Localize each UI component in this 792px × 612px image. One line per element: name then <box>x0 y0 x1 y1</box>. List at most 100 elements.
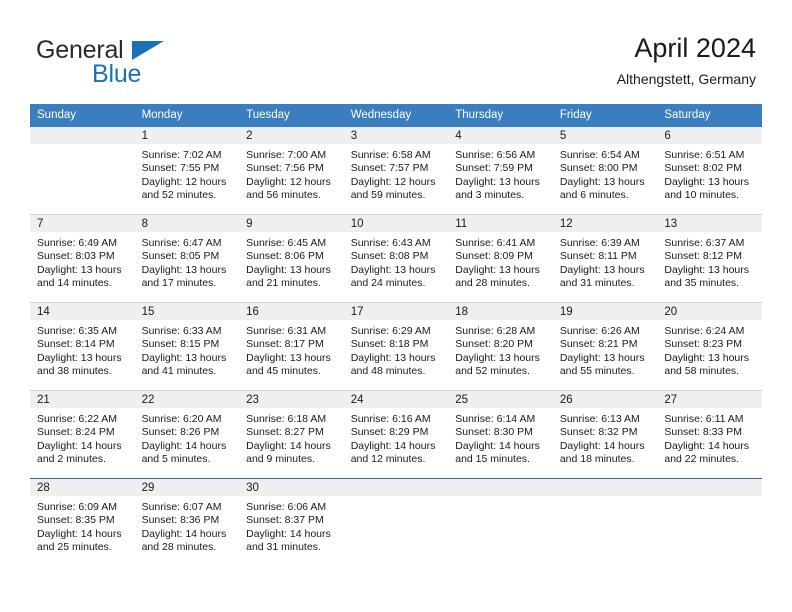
daylight-duration-line2: and 5 minutes. <box>141 453 211 466</box>
day-details: Sunrise: 6:09 AM Sunset: 8:35 PM Daylight:… <box>30 496 135 555</box>
day-number: 24 <box>343 391 449 408</box>
calendar-day-cell[interactable]: 11 Sunrise: 6:41 AM Sunset: 8:09 PM Dayligh… <box>448 214 553 303</box>
calendar-day-cell[interactable]: 19 Sunrise: 6:26 AM Sunset: 8:21 PM Dayligh… <box>552 302 658 391</box>
calendar-day-cell[interactable]: 3 Sunrise: 6:58 AM Sunset: 7:57 PM Daylight… <box>343 127 449 215</box>
calendar-week-row: 14 Sunrise: 6:35 AM Sunset: 8:14 PM Dayligh… <box>30 302 762 391</box>
calendar-day-cell[interactable]: 7 Sunrise: 6:49 AM Sunset: 8:03 PM Daylight… <box>30 214 135 303</box>
calendar-day-cell[interactable]: 21 Sunrise: 6:22 AM Sunset: 8:24 PM Dayligh… <box>30 390 135 479</box>
calendar-day-cell[interactable]: 23 Sunrise: 6:18 AM Sunset: 8:27 PM Dayligh… <box>239 390 344 479</box>
calendar-day-cell[interactable]: 26 Sunrise: 6:13 AM Sunset: 8:32 PM Dayligh… <box>552 390 658 479</box>
daylight-duration-line2: and 48 minutes. <box>350 365 426 378</box>
daylight-duration-line1: Daylight: 13 hours <box>559 175 645 188</box>
weekday-header-friday: Friday <box>552 104 658 127</box>
daylight-duration-line2: and 59 minutes. <box>350 189 426 202</box>
sunset-time: Sunset: 8:06 PM <box>246 250 324 263</box>
sunset-time: Sunset: 8:32 PM <box>559 426 638 439</box>
daylight-duration-line2: and 28 minutes. <box>455 277 530 290</box>
daylight-duration-line1: Daylight: 14 hours <box>141 527 227 540</box>
sunrise-time: Sunrise: 6:54 AM <box>559 149 640 161</box>
calendar-day-cell[interactable]: 30 Sunrise: 6:06 AM Sunset: 8:37 PM Dayligh… <box>239 478 344 566</box>
calendar-day-cell[interactable]: 4 Sunrise: 6:56 AM Sunset: 7:59 PM Daylight… <box>448 127 553 215</box>
calendar-day-cell[interactable]: 22 Sunrise: 6:20 AM Sunset: 8:26 PM Dayligh… <box>134 390 240 479</box>
sunset-time: Sunset: 7:55 PM <box>141 162 220 175</box>
sunrise-time: Sunrise: 6:11 AM <box>664 413 744 425</box>
day-details: Sunrise: 6:43 AM Sunset: 8:08 PM Daylight:… <box>344 232 449 291</box>
day-details: Sunrise: 6:18 AM Sunset: 8:27 PM Daylight:… <box>239 408 344 467</box>
daylight-duration-line2: and 56 minutes. <box>246 189 321 202</box>
daylight-duration-line2: and 15 minutes. <box>455 453 530 466</box>
sunrise-time: Sunrise: 6:13 AM <box>559 413 640 425</box>
day-cell-inner: 29 Sunrise: 6:07 AM Sunset: 8:36 PM Dayligh… <box>134 479 240 566</box>
sunrise-time: Sunrise: 6:22 AM <box>37 413 117 425</box>
day-number <box>552 479 658 496</box>
day-cell-inner: 22 Sunrise: 6:20 AM Sunset: 8:26 PM Dayligh… <box>134 391 240 478</box>
sunset-time: Sunset: 8:18 PM <box>350 338 429 351</box>
calendar-day-cell[interactable]: 10 Sunrise: 6:43 AM Sunset: 8:08 PM Dayligh… <box>343 214 449 303</box>
calendar-day-cell[interactable]: 20 Sunrise: 6:24 AM Sunset: 8:23 PM Dayligh… <box>657 302 762 391</box>
daylight-duration-line2: and 52 minutes. <box>455 365 530 378</box>
daylight-duration-line2: and 55 minutes. <box>559 365 635 378</box>
sunset-time: Sunset: 8:21 PM <box>559 338 638 351</box>
calendar-day-cell[interactable]: 12 Sunrise: 6:39 AM Sunset: 8:11 PM Dayligh… <box>552 214 658 303</box>
calendar-day-cell[interactable]: 24 Sunrise: 6:16 AM Sunset: 8:29 PM Dayligh… <box>343 390 449 479</box>
day-cell-inner: 10 Sunrise: 6:43 AM Sunset: 8:08 PM Dayligh… <box>343 215 449 302</box>
calendar-day-cell[interactable]: 6 Sunrise: 6:51 AM Sunset: 8:02 PM Daylight… <box>657 127 762 215</box>
calendar-day-cell[interactable]: 5 Sunrise: 6:54 AM Sunset: 8:00 PM Daylight… <box>552 127 658 215</box>
calendar-week-row: 1 Sunrise: 7:02 AM Sunset: 7:55 PM Daylight… <box>30 127 762 215</box>
calendar-day-cell[interactable]: 18 Sunrise: 6:28 AM Sunset: 8:20 PM Dayligh… <box>448 302 553 391</box>
sunset-time: Sunset: 8:02 PM <box>664 162 743 175</box>
sunset-time: Sunset: 8:09 PM <box>455 250 533 263</box>
calendar-day-cell[interactable]: 14 Sunrise: 6:35 AM Sunset: 8:14 PM Dayligh… <box>30 302 135 391</box>
calendar-day-cell[interactable]: 16 Sunrise: 6:31 AM Sunset: 8:17 PM Dayligh… <box>239 302 344 391</box>
daylight-duration-line1: Daylight: 14 hours <box>246 527 331 540</box>
calendar-day-cell[interactable]: 25 Sunrise: 6:14 AM Sunset: 8:30 PM Dayligh… <box>448 390 553 479</box>
day-cell-inner: 13 Sunrise: 6:37 AM Sunset: 8:12 PM Dayligh… <box>657 215 762 302</box>
calendar-day-cell[interactable]: 27 Sunrise: 6:11 AM Sunset: 8:33 PM Dayligh… <box>657 390 762 479</box>
logo-triangle-icon <box>132 41 164 60</box>
day-number: 16 <box>239 303 344 320</box>
day-number: 27 <box>657 391 762 408</box>
sunrise-time: Sunrise: 6:26 AM <box>559 325 640 337</box>
day-details: Sunrise: 6:07 AM Sunset: 8:36 PM Daylight:… <box>135 496 240 555</box>
calendar-day-cell[interactable]: 8 Sunrise: 6:47 AM Sunset: 8:05 PM Daylight… <box>134 214 240 303</box>
calendar-day-cell[interactable]: 28 Sunrise: 6:09 AM Sunset: 8:35 PM Dayligh… <box>30 478 135 566</box>
calendar-day-cell[interactable]: 9 Sunrise: 6:45 AM Sunset: 8:06 PM Daylight… <box>239 214 344 303</box>
day-details: Sunrise: 7:02 AM Sunset: 7:55 PM Daylight:… <box>135 144 240 203</box>
daylight-duration-line1: Daylight: 13 hours <box>664 351 750 364</box>
sunset-time: Sunset: 8:26 PM <box>141 426 220 439</box>
daylight-duration-line1: Daylight: 14 hours <box>246 439 331 452</box>
day-cell-inner: 7 Sunrise: 6:49 AM Sunset: 8:03 PM Daylight… <box>30 215 135 302</box>
sunset-time: Sunset: 8:29 PM <box>350 426 429 439</box>
sunset-time: Sunset: 8:15 PM <box>141 338 220 351</box>
day-number: 30 <box>239 479 344 496</box>
calendar-page: General Blue April 2024 Althengstett, Ge… <box>0 0 792 612</box>
daylight-duration-line1: Daylight: 14 hours <box>141 439 227 452</box>
day-cell-inner <box>30 127 135 214</box>
day-details: Sunrise: 6:45 AM Sunset: 8:06 PM Daylight:… <box>239 232 344 291</box>
daylight-duration-line2: and 6 minutes. <box>559 189 629 202</box>
daylight-duration-line1: Daylight: 13 hours <box>350 263 436 276</box>
calendar-day-cell[interactable]: 15 Sunrise: 6:33 AM Sunset: 8:15 PM Dayligh… <box>134 302 240 391</box>
calendar-day-cell[interactable]: 29 Sunrise: 6:07 AM Sunset: 8:36 PM Dayligh… <box>134 478 240 566</box>
day-details: Sunrise: 6:47 AM Sunset: 8:05 PM Daylight:… <box>135 232 240 291</box>
title-block: April 2024 Althengstett, Germany <box>617 32 756 89</box>
day-number: 20 <box>657 303 762 320</box>
day-details: Sunrise: 6:31 AM Sunset: 8:17 PM Daylight:… <box>239 320 344 379</box>
sunset-time: Sunset: 7:59 PM <box>455 162 533 175</box>
day-number <box>657 479 762 496</box>
day-details: Sunrise: 6:13 AM Sunset: 8:32 PM Daylight:… <box>553 408 658 467</box>
day-number: 29 <box>134 479 240 496</box>
calendar-day-cell-empty <box>343 478 449 566</box>
calendar-day-cell[interactable]: 17 Sunrise: 6:29 AM Sunset: 8:18 PM Dayligh… <box>343 302 449 391</box>
calendar-day-cell[interactable]: 1 Sunrise: 7:02 AM Sunset: 7:55 PM Daylight… <box>134 127 240 215</box>
day-cell-inner: 23 Sunrise: 6:18 AM Sunset: 8:27 PM Dayligh… <box>239 391 344 478</box>
sunrise-time: Sunrise: 6:37 AM <box>664 237 745 249</box>
sunset-time: Sunset: 8:12 PM <box>664 250 743 263</box>
calendar-day-cell[interactable]: 2 Sunrise: 7:00 AM Sunset: 7:56 PM Daylight… <box>239 127 344 215</box>
daylight-duration-line1: Daylight: 13 hours <box>559 263 645 276</box>
calendar-day-cell[interactable]: 13 Sunrise: 6:37 AM Sunset: 8:12 PM Dayligh… <box>657 214 762 303</box>
day-number: 4 <box>448 127 553 144</box>
sunrise-sunset-calendar: Sunday Monday Tuesday Wednesday Thursday… <box>30 104 762 566</box>
sunset-time: Sunset: 8:24 PM <box>37 426 115 439</box>
calendar-week-row: 28 Sunrise: 6:09 AM Sunset: 8:35 PM Dayligh… <box>30 478 762 566</box>
